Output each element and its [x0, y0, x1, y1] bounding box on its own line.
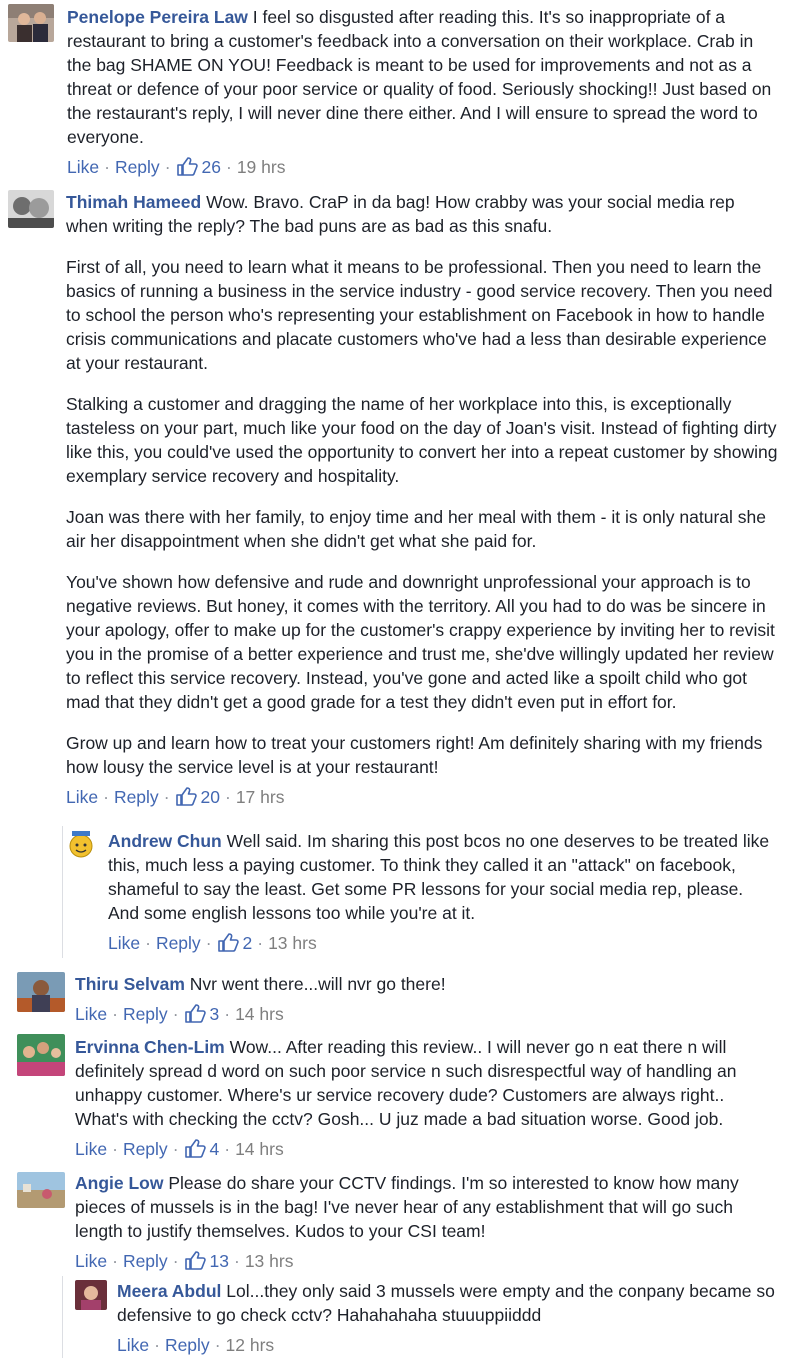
comment-actions: Like · Reply · 12 hrs	[117, 1335, 275, 1355]
reaction-count[interactable]: 20	[175, 787, 220, 807]
comment-text: Thiru Selvam Nvr went there...will nvr g…	[75, 974, 446, 994]
comment-text: Ervinna Chen-Lim Wow... After reading th…	[75, 1037, 737, 1129]
avatar[interactable]	[17, 1172, 65, 1208]
comment-timestamp[interactable]: 17 hrs	[236, 787, 285, 807]
like-button[interactable]: Like	[117, 1335, 149, 1355]
thumbs-up-icon	[175, 787, 197, 806]
comment-author[interactable]: Andrew Chun	[108, 831, 222, 851]
reply-button[interactable]: Reply	[115, 157, 160, 177]
like-button[interactable]: Like	[75, 1139, 107, 1159]
reaction-count[interactable]: 3	[184, 1004, 219, 1024]
avatar[interactable]	[8, 190, 54, 228]
comment-timestamp[interactable]: 19 hrs	[237, 157, 286, 177]
thumbs-up-icon	[184, 1004, 206, 1023]
comment-actions: Like · Reply · 2 · 13 hrs	[108, 933, 317, 953]
like-button[interactable]: Like	[66, 787, 98, 807]
comment-paragraph: Joan was there with her family, to enjoy…	[66, 507, 766, 551]
avatar[interactable]	[17, 1034, 65, 1076]
reply-button[interactable]: Reply	[123, 1004, 168, 1024]
comment-text: Andrew Chun Well said. Im sharing this p…	[108, 831, 770, 923]
avatar[interactable]	[8, 4, 54, 42]
reply-button[interactable]: Reply	[156, 933, 201, 953]
comment-paragraph: First of all, you need to learn what it …	[66, 257, 773, 373]
reaction-count[interactable]: 13	[184, 1251, 229, 1271]
comment-author[interactable]: Ervinna Chen-Lim	[75, 1037, 225, 1057]
comment-actions: Like · Reply · 3 · 14 hrs	[75, 1004, 284, 1024]
comment-author[interactable]: Angie Low	[75, 1173, 163, 1193]
avatar[interactable]	[66, 829, 100, 859]
comment-paragraph: Grow up and learn how to treat your cust…	[66, 733, 763, 777]
comment-actions: Like · Reply · 13 · 13 hrs	[75, 1251, 294, 1271]
thumbs-up-icon	[217, 933, 239, 952]
comment-paragraph: You've shown how defensive and rude and …	[66, 572, 775, 712]
comment-author[interactable]: Thimah Hameed	[66, 192, 201, 212]
comment-text: Meera Abdul Lol...they only said 3 musse…	[117, 1281, 775, 1325]
comment-author[interactable]: Thiru Selvam	[75, 974, 185, 994]
reply-thread-line	[62, 826, 63, 958]
comment-actions: Like · Reply · 20 · 17 hrs	[66, 787, 285, 807]
like-button[interactable]: Like	[75, 1004, 107, 1024]
reply-button[interactable]: Reply	[165, 1335, 210, 1355]
like-button[interactable]: Like	[67, 157, 99, 177]
comment-text: Thimah Hameed Wow. Bravo. CraP in da bag…	[66, 192, 735, 236]
reply-button[interactable]: Reply	[114, 787, 159, 807]
reaction-count[interactable]: 4	[184, 1139, 219, 1159]
comment-timestamp[interactable]: 13 hrs	[245, 1251, 294, 1271]
comment-timestamp[interactable]: 13 hrs	[268, 933, 317, 953]
comment-timestamp[interactable]: 14 hrs	[235, 1004, 284, 1024]
like-button[interactable]: Like	[75, 1251, 107, 1271]
like-button[interactable]: Like	[108, 933, 140, 953]
reaction-count[interactable]: 26	[176, 157, 221, 177]
thumbs-up-icon	[184, 1251, 206, 1270]
comment-timestamp[interactable]: 12 hrs	[226, 1335, 275, 1355]
reply-button[interactable]: Reply	[123, 1139, 168, 1159]
comment-author[interactable]: Penelope Pereira Law	[67, 7, 248, 27]
avatar[interactable]	[17, 972, 65, 1012]
thumbs-up-icon	[184, 1139, 206, 1158]
comment-text: Angie Low Please do share your CCTV find…	[75, 1173, 739, 1241]
comment-timestamp[interactable]: 14 hrs	[235, 1139, 284, 1159]
comment-paragraph: Stalking a customer and dragging the nam…	[66, 394, 778, 486]
reply-button[interactable]: Reply	[123, 1251, 168, 1271]
comment-actions: Like · Reply · 26 · 19 hrs	[67, 157, 286, 177]
avatar[interactable]	[75, 1280, 107, 1310]
thumbs-up-icon	[176, 157, 198, 176]
reply-thread-line	[62, 1276, 63, 1358]
comment-text: Penelope Pereira Law I feel so disgusted…	[67, 7, 772, 147]
comment-actions: Like · Reply · 4 · 14 hrs	[75, 1139, 284, 1159]
reaction-count[interactable]: 2	[217, 933, 252, 953]
comment-author[interactable]: Meera Abdul	[117, 1281, 221, 1301]
